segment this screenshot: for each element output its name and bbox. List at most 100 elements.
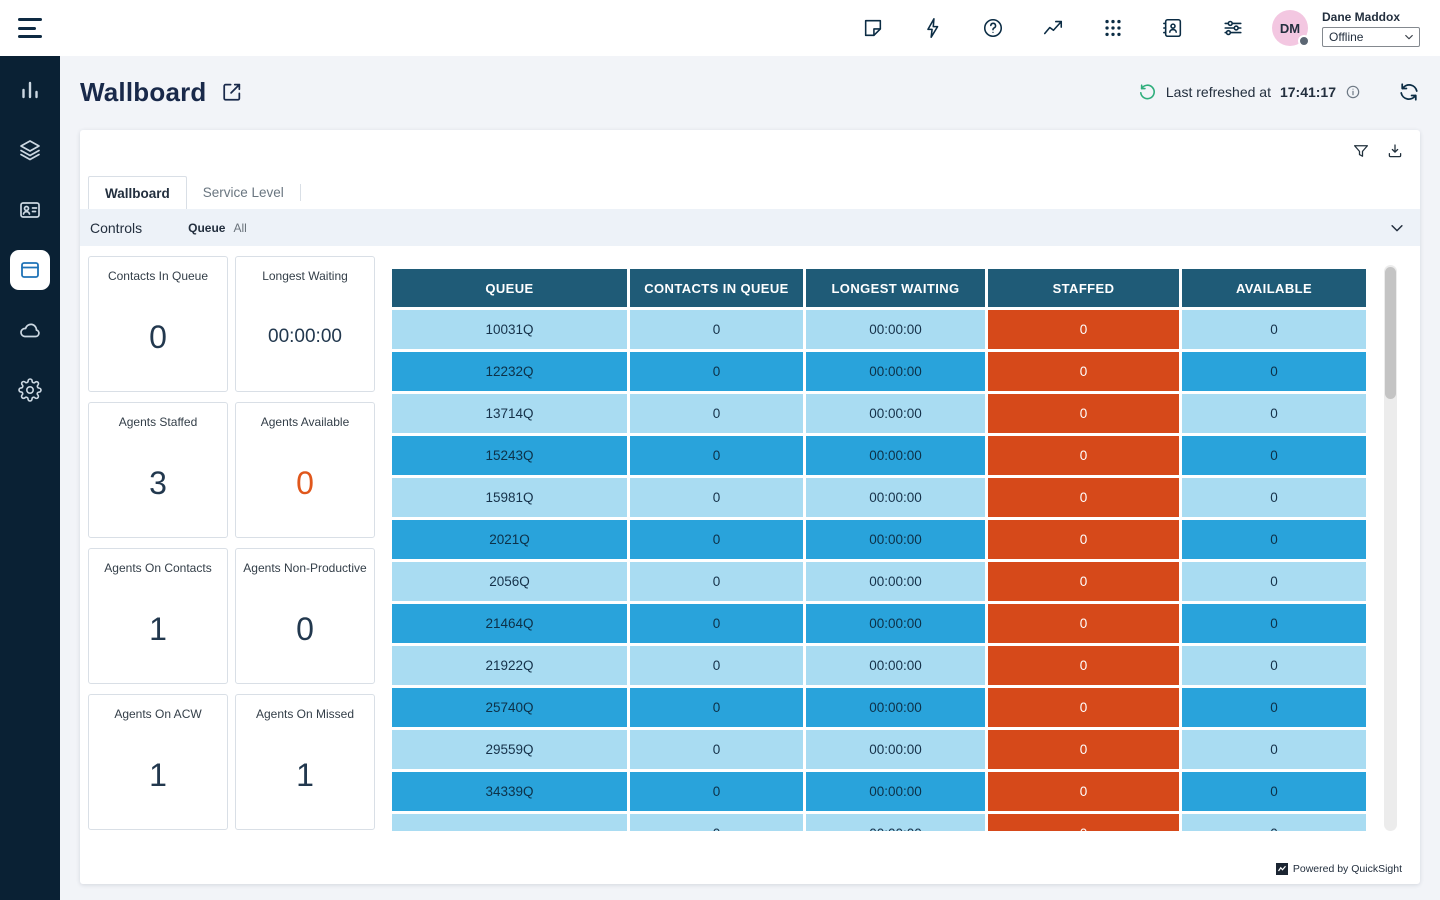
tab-label: Service Level — [203, 185, 284, 200]
kpi-value: 1 — [149, 721, 167, 829]
table-cell-available: 0 — [1182, 604, 1366, 643]
table-cell-staffed: 0 — [988, 310, 1179, 349]
table-cell-queue: 2056Q — [392, 562, 627, 601]
tab-service-level[interactable]: Service Level — [187, 176, 300, 209]
table-cell-available: 0 — [1182, 814, 1366, 831]
table-cell-longest-waiting: 00:00:00 — [806, 772, 985, 811]
table-row: 25740Q000:00:0000 — [392, 688, 1366, 727]
table-header-queue: QUEUE — [392, 269, 627, 307]
table-cell-staffed: 0 — [988, 352, 1179, 391]
table-header-staffed: STAFFED — [988, 269, 1179, 307]
kpi-label: Agents On Missed — [250, 707, 360, 721]
table-cell-staffed: 0 — [988, 562, 1179, 601]
table-row: 2021Q000:00:0000 — [392, 520, 1366, 559]
gear-icon — [18, 378, 42, 402]
download-icon[interactable] — [1386, 142, 1404, 160]
kpi-label: Agents Non-Productive — [237, 561, 372, 575]
table-cell-queue: 15243Q — [392, 436, 627, 475]
last-refreshed-label: Last refreshed at — [1166, 84, 1271, 100]
table-cell-queue: 25740Q — [392, 688, 627, 727]
help-icon[interactable] — [982, 17, 1004, 39]
kpi-value: 1 — [296, 721, 314, 829]
page-title: Wallboard — [80, 77, 207, 108]
table-row: 34339Q000:00:0000 — [392, 772, 1366, 811]
user-name: Dane Maddox — [1322, 10, 1420, 24]
table-cell-queue: 10031Q — [392, 310, 627, 349]
kpi-value: 0 — [296, 429, 314, 537]
table-row: 21464Q000:00:0000 — [392, 604, 1366, 643]
sidebar-item-metrics[interactable] — [10, 70, 50, 110]
table-scrollbar[interactable] — [1384, 265, 1397, 831]
table-cell-available: 0 — [1182, 436, 1366, 475]
hamburger-menu-icon[interactable] — [18, 18, 42, 38]
sidebar — [0, 56, 60, 900]
sliders-icon[interactable] — [1222, 17, 1244, 39]
table-cell-queue: 21464Q — [392, 604, 627, 643]
table-cell-longest-waiting: 00:00:00 — [806, 352, 985, 391]
kpi-value: 0 — [149, 283, 167, 391]
kpi-card: Agents On Contacts 1 — [88, 548, 228, 684]
table-cell-queue — [392, 814, 627, 831]
id-card-icon — [18, 198, 42, 222]
kpi-value: 00:00:00 — [268, 283, 342, 391]
sidebar-item-wallboard[interactable] — [10, 250, 50, 290]
info-icon[interactable] — [1345, 84, 1361, 100]
table-cell-queue: 29559Q — [392, 730, 627, 769]
table-cell-longest-waiting: 00:00:00 — [806, 814, 985, 831]
lightning-icon[interactable] — [922, 17, 944, 39]
sidebar-item-settings[interactable] — [10, 370, 50, 410]
kpi-label: Contacts In Queue — [102, 269, 214, 283]
table-cell-contacts-in-queue: 0 — [630, 562, 803, 601]
kpi-card: Agents Non-Productive 0 — [235, 548, 375, 684]
table-cell-queue: 34339Q — [392, 772, 627, 811]
bar-chart-icon — [18, 78, 42, 102]
table-cell-contacts-in-queue: 0 — [630, 394, 803, 433]
filter-icon[interactable] — [1352, 142, 1370, 160]
table-row: 21922Q000:00:0000 — [392, 646, 1366, 685]
table-cell-available: 0 — [1182, 646, 1366, 685]
panel-tools — [1352, 142, 1404, 160]
avatar-initials: DM — [1280, 21, 1300, 36]
table-cell-queue: 21922Q — [392, 646, 627, 685]
sidebar-item-cloud[interactable] — [10, 310, 50, 350]
powered-by-quicksight[interactable]: Powered by QuickSight — [1276, 863, 1402, 875]
scrollbar-thumb[interactable] — [1385, 267, 1396, 399]
table-cell-available: 0 — [1182, 310, 1366, 349]
user-block: Dane Maddox Offline — [1322, 10, 1420, 47]
table-cell-queue: 12232Q — [392, 352, 627, 391]
external-link-icon[interactable] — [221, 81, 243, 103]
table-row: 13714Q000:00:0000 — [392, 394, 1366, 433]
table-row: 29559Q000:00:0000 — [392, 730, 1366, 769]
table-cell-longest-waiting: 00:00:00 — [806, 310, 985, 349]
status-select[interactable]: Offline — [1322, 27, 1420, 47]
line-chart-icon[interactable] — [1042, 17, 1064, 39]
chevron-down-icon[interactable] — [1388, 219, 1406, 237]
table-cell-longest-waiting: 00:00:00 — [806, 394, 985, 433]
dialpad-icon[interactable] — [1102, 17, 1124, 39]
table-cell-contacts-in-queue: 0 — [630, 772, 803, 811]
kpi-card: Agents On Missed 1 — [235, 694, 375, 830]
avatar[interactable]: DM — [1272, 10, 1308, 46]
kpi-value: 3 — [149, 429, 167, 537]
controls-label: Controls — [90, 220, 142, 236]
table-cell-contacts-in-queue: 0 — [630, 520, 803, 559]
table-cell-available: 0 — [1182, 562, 1366, 601]
note-icon[interactable] — [862, 17, 884, 39]
kpi-label: Agents On Contacts — [98, 561, 217, 575]
table-cell-staffed: 0 — [988, 646, 1179, 685]
dashboard-panel: Wallboard Service Level Controls Queue A… — [80, 130, 1420, 884]
quicksight-logo — [1276, 863, 1288, 875]
table-cell-contacts-in-queue: 0 — [630, 352, 803, 391]
chevron-down-icon — [1403, 31, 1415, 43]
table-row: 000:00:0000 — [392, 814, 1366, 831]
status-select-value: Offline — [1329, 30, 1363, 44]
table-cell-contacts-in-queue: 0 — [630, 436, 803, 475]
refresh-icon[interactable] — [1398, 81, 1420, 103]
sidebar-item-agents[interactable] — [10, 190, 50, 230]
history-icon — [1138, 83, 1157, 102]
address-book-icon[interactable] — [1162, 17, 1184, 39]
tab-wallboard[interactable]: Wallboard — [88, 176, 187, 209]
sidebar-item-queues[interactable] — [10, 130, 50, 170]
table-cell-available: 0 — [1182, 478, 1366, 517]
app-root: DM Dane Maddox Offline — [0, 0, 1440, 900]
